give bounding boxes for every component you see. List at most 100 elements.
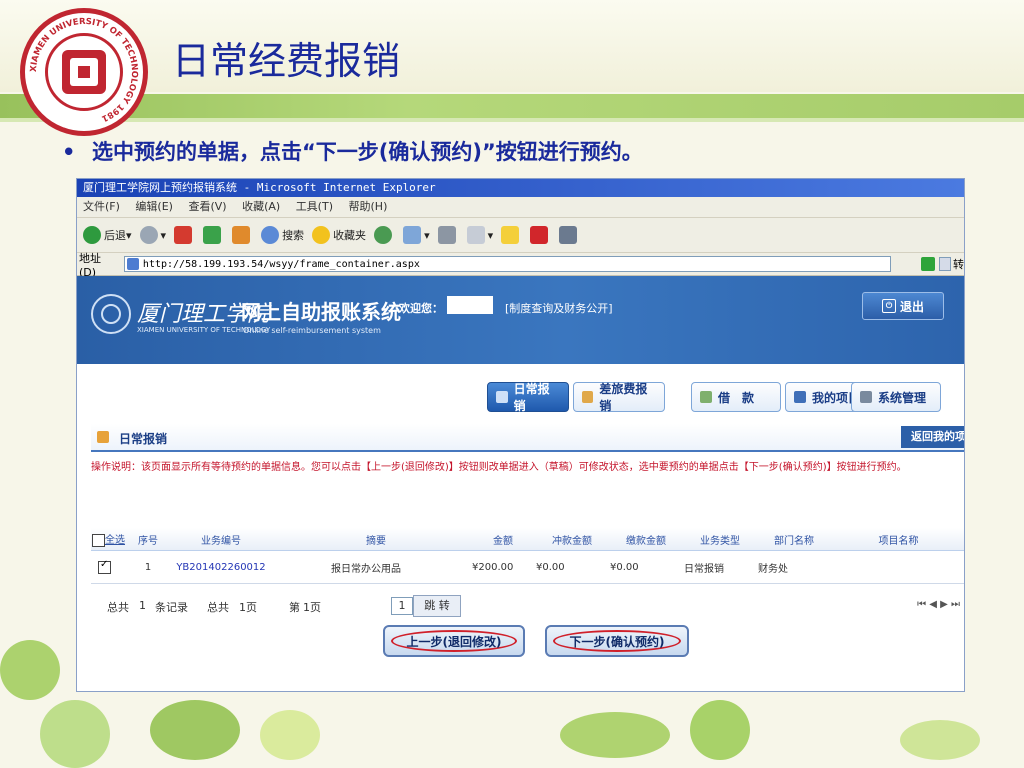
slide-green-rule [0, 94, 1024, 118]
panel-title: 日常报销 [119, 432, 168, 446]
pager-current-label: 第 [289, 601, 300, 614]
home-button[interactable] [232, 226, 253, 244]
cell-business-no[interactable]: YB201402260012 [161, 550, 281, 584]
mail-icon [403, 226, 422, 244]
slide-bullet-text: 选中预约的单据，点击“下一步(确认预约)”按钮进行预约。 [92, 140, 643, 164]
table-header-row: 全选 序号 业务编号 摘要 金额 冲款金额 缴款金额 业务类型 部门名称 项目名… [91, 528, 964, 551]
travel-icon [582, 391, 594, 403]
logout-button[interactable]: ⏻ 退出 [862, 292, 944, 320]
star-icon [312, 226, 331, 244]
stop-icon [174, 226, 193, 244]
edit-icon [466, 226, 485, 244]
back-arrow-icon [83, 226, 101, 244]
tab-travel-reimbursement[interactable]: 差旅费报销 [573, 382, 665, 413]
tab-daily-reimbursement[interactable]: 日常报销 [487, 382, 569, 413]
slide-green-rule-thin [0, 118, 1024, 122]
pager-navigation-icons[interactable]: ⏮ ◀ ▶ ⏭ [917, 599, 960, 610]
favorites-button[interactable]: 收藏夹 [312, 226, 366, 244]
tab-label: 借 款 [718, 390, 755, 405]
clover-decoration [150, 700, 240, 760]
notes-button[interactable] [501, 226, 522, 244]
menu-file[interactable]: 文件(F) [83, 200, 120, 213]
clover-decoration [690, 700, 750, 760]
column-header: 冲款金额 [535, 528, 609, 551]
clover-decoration [260, 710, 320, 760]
slide-top-band [0, 0, 1024, 92]
menu-tools[interactable]: 工具(T) [296, 200, 333, 213]
pager-total-pages: 1页 [239, 601, 257, 614]
forward-arrow-icon [139, 226, 158, 244]
app-header: 厦门理工学院 XIAMEN UNIVERSITY OF TECHNOLOGY 网… [77, 276, 964, 364]
refresh-button[interactable] [203, 226, 224, 244]
tab-loan[interactable]: 借 款 [691, 382, 781, 412]
select-all-label[interactable]: 全选 [105, 535, 125, 546]
cell-index: 1 [135, 550, 161, 584]
pager-total-label: 总共 [107, 601, 129, 614]
next-step-label: 下一步(确认预约) [569, 634, 665, 649]
column-header: 项目名称 [831, 528, 964, 551]
column-header: 金额 [471, 528, 535, 551]
history-button[interactable] [374, 226, 395, 244]
messenger-button[interactable] [530, 226, 551, 244]
go-label[interactable]: 转 [953, 256, 964, 272]
data-table: 全选 序号 业务编号 摘要 金额 冲款金额 缴款金额 业务类型 部门名称 项目名… [91, 528, 964, 584]
research-button[interactable] [559, 226, 580, 244]
clover-decoration [40, 700, 110, 768]
menu-edit[interactable]: 编辑(E) [135, 200, 173, 213]
pager: 总共 1 条记录 总共 1页 第 1页 1 跳 转 ⏮ ◀ ▶ ⏭ [91, 593, 964, 619]
cell-project [831, 550, 964, 584]
nav-tabs: 日常报销 差旅费报销 借 款 我的项目 系统管理 [77, 364, 964, 424]
clover-decoration [560, 712, 670, 758]
address-dropdown-icon[interactable] [939, 257, 952, 271]
logo-seal-mark [62, 50, 106, 94]
menu-favorites[interactable]: 收藏(A) [242, 200, 280, 213]
menu-help[interactable]: 帮助(H) [349, 200, 388, 213]
page-number-input[interactable]: 1 [391, 597, 413, 615]
forward-button[interactable]: ▾ [139, 226, 166, 244]
browser-titlebar: 厦门理工学院网上预约报销系统 - Microsoft Internet Expl… [77, 179, 964, 197]
address-bar: 地址(D) http://58.199.193.54/wsyy/frame_co… [77, 251, 964, 279]
address-input[interactable]: http://58.199.193.54/wsyy/frame_containe… [123, 256, 892, 272]
print-button[interactable] [437, 226, 459, 244]
notice-link[interactable]: [制度查询及财务公开] [505, 300, 613, 316]
app-system-en: Online self-reimbursement system [243, 326, 381, 335]
cell-offset-amount: ¥0.00 [535, 550, 609, 584]
back-to-my-projects-button[interactable]: 返回我的项 [901, 426, 964, 448]
search-button[interactable]: 搜索 [261, 226, 304, 244]
column-header: 业务编号 [161, 528, 281, 551]
cell-department: 财务处 [757, 550, 831, 584]
printer-icon [437, 226, 456, 244]
edit-button[interactable]: ▾ [466, 226, 493, 244]
prev-step-label: 上一步(退回修改) [406, 634, 502, 649]
slide-title: 日常经费报销 [172, 39, 401, 83]
address-label: 地址(D) [79, 251, 101, 279]
cell-payment-amount: ¥0.00 [609, 550, 683, 584]
browser-menubar: 文件(F) 编辑(E) 查看(V) 收藏(A) 工具(T) 帮助(H) [77, 197, 964, 218]
go-icon[interactable] [921, 257, 936, 271]
tab-system-admin[interactable]: 系统管理 [851, 382, 941, 412]
select-all-checkbox[interactable] [92, 533, 105, 547]
back-button[interactable]: 后退 ▾ [83, 226, 132, 244]
next-step-button[interactable]: 下一步(确认预约) [545, 625, 689, 657]
prev-step-button[interactable]: 上一步(退回修改) [383, 625, 525, 657]
cell-type: 日常报销 [683, 550, 757, 584]
row-select-cell[interactable] [91, 550, 135, 584]
mail-button[interactable]: ▾ [403, 226, 430, 244]
menu-view[interactable]: 查看(V) [188, 200, 226, 213]
tab-label: 系统管理 [878, 390, 927, 405]
row-checkbox[interactable] [98, 559, 111, 574]
back-label: 后退 [104, 229, 126, 242]
panel-header: 日常报销 返回我的项 [91, 424, 964, 452]
clover-decoration [0, 640, 60, 700]
jump-button[interactable]: 跳 转 [413, 595, 461, 617]
browser-window: 厦门理工学院网上预约报销系统 - Microsoft Internet Expl… [76, 178, 965, 692]
search-icon [261, 226, 280, 244]
select-all-header[interactable]: 全选 [91, 528, 135, 551]
list-icon [794, 391, 806, 403]
table-row[interactable]: 1 YB201402260012 报日常办公用品 ¥200.00 ¥0.00 ¥… [91, 550, 964, 584]
document-icon [496, 391, 508, 403]
column-header: 缴款金额 [609, 528, 683, 551]
welcome-text: 欢迎您： [399, 302, 443, 315]
cell-summary: 报日常办公用品 [281, 550, 471, 584]
stop-button[interactable] [174, 226, 195, 244]
